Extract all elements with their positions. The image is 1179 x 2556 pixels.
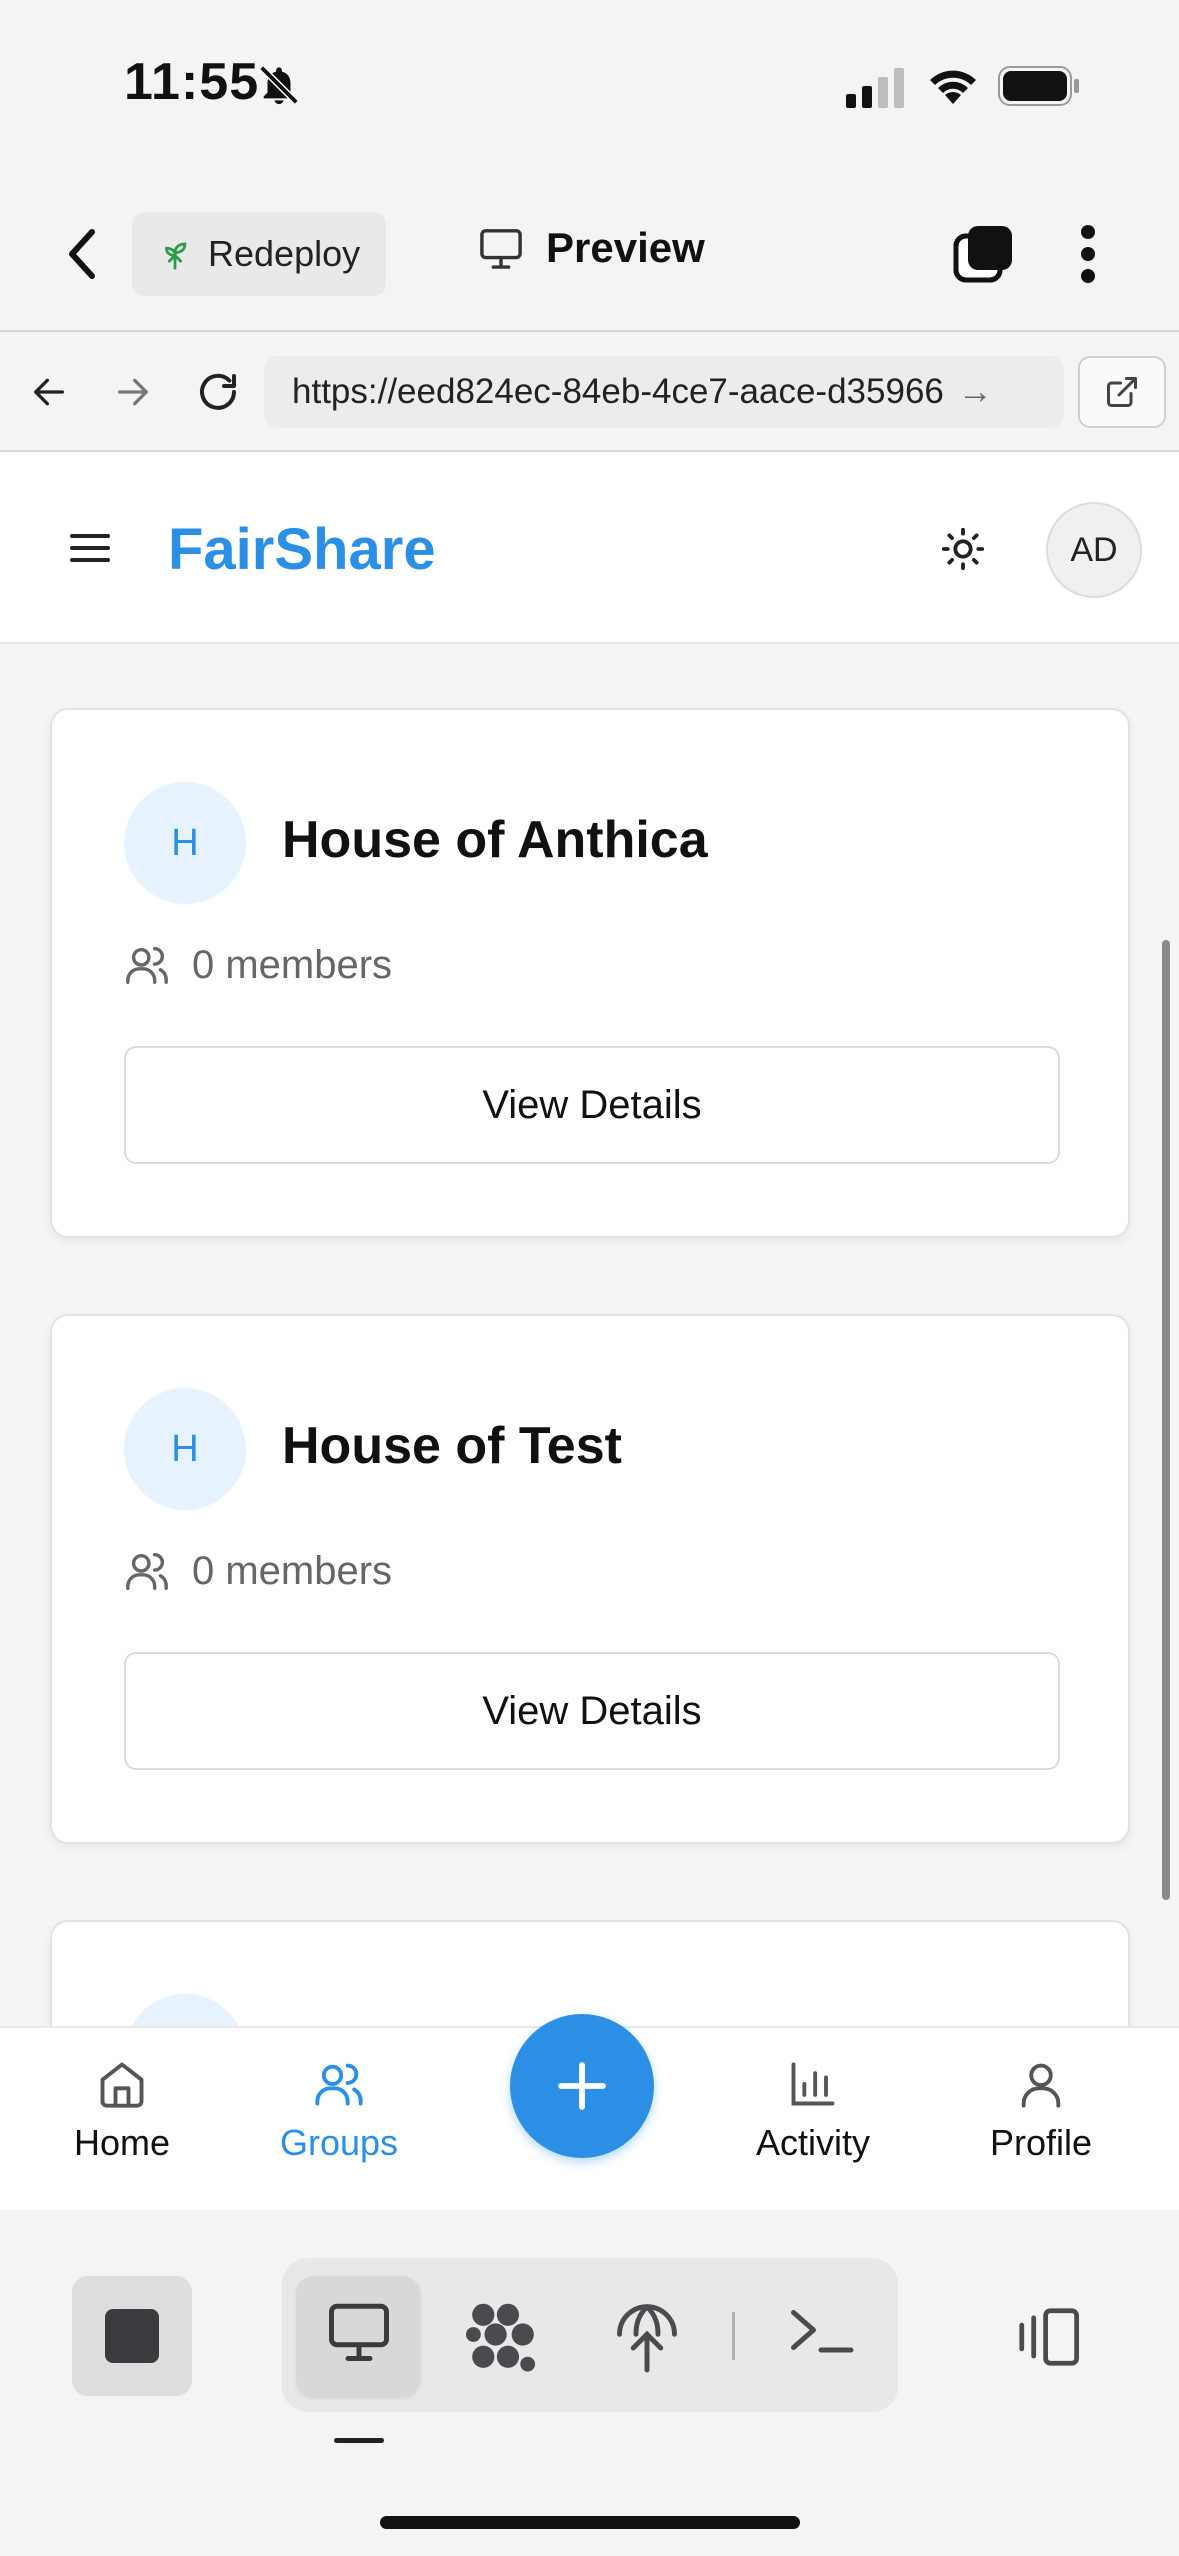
url-text: https://eed824ec-84eb-4ce7-aace-d35966 — [292, 372, 944, 411]
menu-icon[interactable] — [70, 532, 110, 564]
nav-home[interactable]: Home — [74, 2058, 170, 2164]
antenna-icon[interactable] — [614, 2300, 680, 2374]
scrollbar[interactable] — [1162, 940, 1170, 1900]
preview-label: Preview — [546, 224, 705, 271]
wifi-icon — [930, 70, 976, 104]
members-count: 0 members — [192, 1548, 393, 1593]
stop-icon — [105, 2309, 159, 2363]
nav-profile[interactable]: Profile — [990, 2058, 1092, 2164]
users-icon — [315, 2063, 363, 2106]
plus-icon — [558, 2062, 606, 2110]
bell-slash-icon — [259, 65, 299, 105]
reload-icon[interactable] — [194, 368, 242, 416]
status-time: 11:55 — [124, 53, 260, 111]
home-icon — [100, 2062, 144, 2108]
arrow-left-icon[interactable] — [28, 372, 70, 412]
nav-groups-label: Groups — [280, 2122, 399, 2163]
nav-activity[interactable]: Activity — [756, 2058, 870, 2164]
battery-icon — [998, 66, 1079, 106]
nav-profile-label: Profile — [990, 2122, 1093, 2163]
bar-chart-icon — [791, 2062, 835, 2106]
more-vertical-icon[interactable] — [1074, 224, 1102, 284]
user-avatar[interactable]: AD — [1046, 502, 1142, 598]
sprout-icon — [165, 242, 187, 270]
terminal-icon[interactable] — [786, 2300, 856, 2360]
app-topbar: FairShare AD — [0, 452, 1179, 644]
members-count: 0 members — [192, 942, 393, 987]
header-divider — [0, 330, 1179, 332]
sun-icon[interactable] — [940, 526, 986, 572]
nav-groups[interactable]: Groups — [280, 2058, 398, 2164]
monitor-icon — [480, 229, 522, 269]
home-indicator[interactable] — [380, 2516, 800, 2529]
view-details-button[interactable]: View Details — [124, 1652, 1060, 1770]
group-members: 0 members — [124, 1548, 392, 1594]
stop-button[interactable] — [72, 2276, 192, 2396]
arrow-right-icon[interactable] — [112, 372, 154, 412]
group-members: 0 members — [124, 942, 392, 988]
signal-icon — [846, 68, 904, 108]
add-button[interactable] — [510, 2014, 654, 2158]
redeploy-button[interactable]: Redeploy — [132, 212, 386, 296]
tabs-icon[interactable] — [952, 224, 1014, 284]
group-avatar: H — [124, 1388, 246, 1510]
users-icon — [126, 1552, 168, 1590]
webapp-viewport: FairShare AD H House of Anthica 0 member… — [0, 452, 1179, 2026]
user-icon — [1021, 2063, 1061, 2108]
group-card: H House of Anthica 0 members View Detail… — [50, 708, 1130, 1238]
open-external-button[interactable] — [1078, 356, 1166, 428]
active-indicator — [334, 2438, 384, 2443]
url-field[interactable]: https://eed824ec-84eb-4ce7-aace-d35966 → — [264, 356, 1064, 428]
monitor-icon — [329, 2303, 389, 2361]
chevron-left-icon[interactable] — [62, 226, 102, 282]
redeploy-label: Redeploy — [208, 233, 361, 274]
preview-tab[interactable]: Preview — [478, 224, 705, 272]
panel-icon[interactable] — [1012, 2306, 1084, 2368]
group-card: H House of Test 0 members View Details — [50, 1314, 1130, 1844]
group-name: House of Test — [282, 1417, 622, 1475]
brand-logo[interactable]: FairShare — [168, 516, 436, 583]
users-icon — [126, 946, 168, 984]
group-card — [50, 1920, 1130, 2026]
switcher-divider — [732, 2312, 735, 2360]
nav-home-label: Home — [74, 2122, 171, 2163]
view-details-button[interactable]: View Details — [124, 1046, 1060, 1164]
group-avatar — [124, 1994, 246, 2026]
nav-activity-label: Activity — [756, 2122, 871, 2163]
cluster-icon[interactable] — [466, 2300, 540, 2374]
url-go-icon[interactable]: → — [958, 372, 993, 412]
external-link-icon — [1107, 377, 1137, 407]
group-avatar: H — [124, 782, 246, 904]
group-name: House of Anthica — [282, 811, 708, 869]
